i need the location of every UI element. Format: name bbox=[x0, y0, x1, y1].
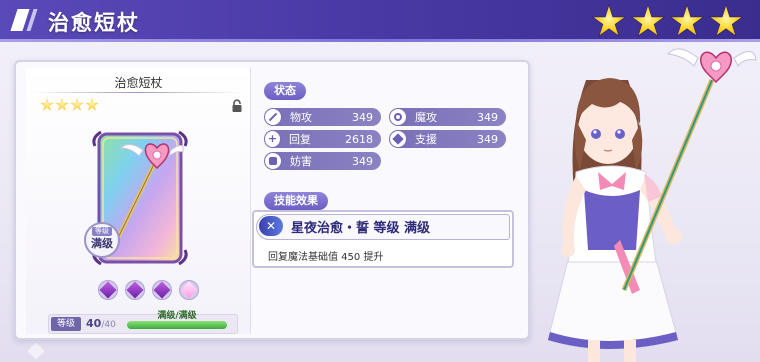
level-value: 40/40 bbox=[86, 317, 116, 330]
heal-icon: + bbox=[264, 130, 281, 148]
badge-label: 满级 bbox=[91, 237, 113, 250]
skill-title: 星夜治愈・誓 等级 满级 bbox=[291, 221, 431, 236]
level-status: 满级/满级 bbox=[157, 311, 197, 321]
skill-star-icon: ✕ bbox=[259, 216, 283, 236]
stat-name: 支援 bbox=[415, 133, 437, 146]
stat-value: 349 bbox=[352, 110, 373, 124]
weapon-name: 治愈短杖 bbox=[114, 76, 163, 90]
sword-icon bbox=[264, 108, 282, 126]
star-icon bbox=[669, 4, 705, 37]
skill-description: 回复魔法基础值 450 提升 bbox=[268, 252, 384, 263]
title-bar: 治愈短杖 bbox=[0, 0, 760, 42]
skill-title-bar: ✕ 星夜治愈・誓 等级 满级 bbox=[256, 214, 510, 240]
star-icon bbox=[708, 4, 744, 37]
skill-section-label: 技能效果 bbox=[264, 192, 328, 210]
stat-row: 妨害 349 bbox=[264, 152, 381, 170]
gem-slot[interactable] bbox=[98, 280, 118, 300]
rarity-stars bbox=[591, 4, 744, 40]
gem-slot[interactable] bbox=[125, 280, 145, 300]
stat-value: 349 bbox=[477, 132, 498, 146]
level-label: 等级 bbox=[51, 317, 81, 331]
magic-staff-icon bbox=[389, 108, 407, 126]
stat-name: 魔攻 bbox=[415, 111, 437, 124]
stat-row: 魔攻 349 bbox=[389, 108, 506, 126]
stat-row: 物攻 349 bbox=[264, 108, 381, 126]
level-bar: 等级 40/40 满级/满级 bbox=[48, 311, 238, 334]
hinder-icon bbox=[264, 152, 282, 170]
star-icon bbox=[591, 4, 627, 37]
gem-slot[interactable] bbox=[179, 280, 199, 300]
stat-value: 349 bbox=[352, 154, 373, 168]
stat-name: 妨害 bbox=[290, 155, 312, 168]
star-icon bbox=[85, 98, 99, 111]
stat-value: 349 bbox=[477, 110, 498, 124]
weapon-detail-card: 治愈短杖 等级 满级 等级 40/40 满级/满级 状态 物攻 349 魔攻 3… bbox=[14, 60, 530, 340]
stat-name: 物攻 bbox=[290, 111, 312, 124]
bg-diamond bbox=[27, 342, 45, 360]
badge-top-label: 等级 bbox=[92, 227, 112, 236]
stat-value: 2618 bbox=[345, 132, 373, 146]
star-icon bbox=[70, 98, 84, 111]
star-icon bbox=[630, 4, 666, 37]
support-icon bbox=[389, 130, 407, 148]
stats-section-label: 状态 bbox=[264, 82, 306, 100]
star-icon bbox=[40, 98, 54, 111]
gem-slot[interactable] bbox=[152, 280, 172, 300]
divider bbox=[32, 92, 242, 93]
weapon-rarity-stars bbox=[40, 98, 99, 112]
stat-row: + 回复 2618 bbox=[264, 130, 381, 148]
star-icon bbox=[55, 98, 69, 111]
weapon-panel: 治愈短杖 等级 满级 等级 40/40 满级/满级 bbox=[26, 68, 251, 334]
gem-slots bbox=[98, 280, 199, 300]
page-title: 治愈短杖 bbox=[48, 11, 140, 35]
max-level-badge: 等级 满级 bbox=[84, 222, 120, 258]
lock-icon[interactable] bbox=[230, 99, 244, 113]
stat-row: 支援 349 bbox=[389, 130, 506, 148]
stat-name: 回复 bbox=[288, 133, 311, 146]
character-illustration bbox=[547, 48, 757, 362]
level-progress-fill bbox=[127, 321, 227, 329]
skill-box[interactable]: ✕ 星夜治愈・誓 等级 满级 回复魔法基础值 450 提升 bbox=[252, 210, 514, 268]
